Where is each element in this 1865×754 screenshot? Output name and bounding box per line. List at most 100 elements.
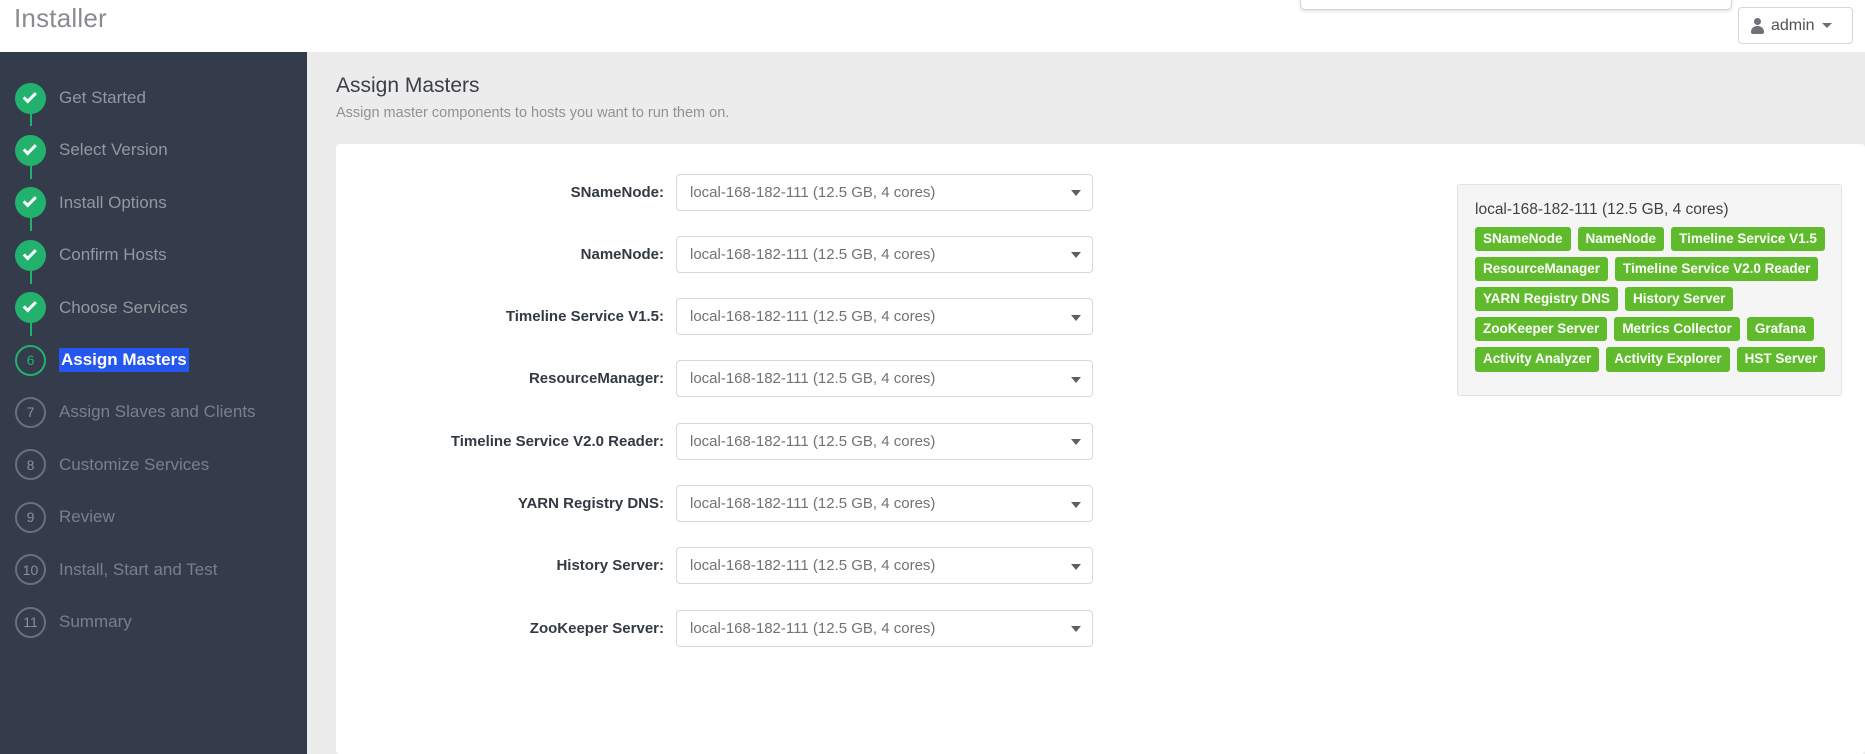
step-marker-8: 8 bbox=[15, 449, 46, 481]
component-badge[interactable]: NameNode bbox=[1577, 227, 1665, 252]
chevron-down-icon bbox=[1071, 439, 1081, 446]
assignment-row-timeline-service-v2-0-reader: Timeline Service V2.0 Reader: local-168-1… bbox=[336, 419, 1096, 463]
check-icon bbox=[22, 141, 37, 156]
host-select-value: local-168-182-111 (12.5 GB, 4 cores) bbox=[690, 557, 936, 575]
component-badge[interactable]: Activity Analyzer bbox=[1475, 347, 1600, 372]
assignment-row-timeline-service-v1-5: Timeline Service V1.5: local-168-182-111 … bbox=[336, 295, 1096, 339]
host-select-yarn-registry-dns[interactable]: local-168-182-111 (12.5 GB, 4 cores) bbox=[676, 485, 1093, 522]
component-badge[interactable]: Timeline Service V2.0 Reader bbox=[1615, 257, 1819, 282]
host-select-value: local-168-182-111 (12.5 GB, 4 cores) bbox=[690, 495, 936, 512]
page-subtitle: Assign master components to hosts you wa… bbox=[336, 105, 730, 121]
step-number: 9 bbox=[26, 509, 35, 526]
host-select-value: local-168-182-111 (12.5 GB, 4 cores) bbox=[690, 245, 936, 263]
assignment-row-resourcemanager: ResourceManager: local-168-182-111 (12.5 … bbox=[336, 357, 1096, 401]
chevron-down-icon bbox=[1071, 252, 1081, 259]
assignment-row-zookeeper-server: ZooKeeper Server: local-168-182-111 (12.5… bbox=[336, 606, 1096, 650]
app-title: Installer bbox=[14, 3, 107, 33]
step-label: Install Options bbox=[59, 192, 167, 212]
person-icon bbox=[1750, 18, 1764, 34]
assignment-label-resourcemanager: ResourceManager: bbox=[528, 370, 664, 388]
step-label: Confirm Hosts bbox=[59, 245, 167, 265]
assign-masters-panel: SNameNode: local-168-182-111 (12.5 GB, 4 … bbox=[336, 144, 1865, 754]
chevron-down-icon bbox=[1071, 501, 1081, 508]
step-marker-7: 7 bbox=[15, 396, 46, 428]
step-number: 6 bbox=[26, 352, 35, 368]
admin-menu-button[interactable]: admin bbox=[1738, 7, 1853, 44]
step-label: Customize Services bbox=[59, 454, 210, 474]
check-icon bbox=[22, 88, 37, 103]
host-select-timeline-service-v1-5[interactable]: local-168-182-111 (12.5 GB, 4 cores) bbox=[676, 298, 1093, 336]
page-title: Assign Masters bbox=[336, 74, 480, 97]
check-icon bbox=[22, 298, 37, 313]
assignment-label-timeline-service-v1-5: Timeline Service V1.5: bbox=[505, 308, 664, 326]
component-badge[interactable]: Timeline Service V1.5 bbox=[1671, 227, 1825, 252]
component-badge[interactable]: HST Server bbox=[1736, 347, 1826, 372]
host-select-resourcemanager[interactable]: local-168-182-111 (12.5 GB, 4 cores) bbox=[676, 360, 1093, 398]
host-select-value: local-168-182-111 (12.5 GB, 4 cores) bbox=[690, 370, 936, 388]
step-number: 11 bbox=[23, 614, 38, 630]
component-badge[interactable]: Activity Explorer bbox=[1606, 347, 1730, 372]
chevron-down-icon bbox=[1071, 190, 1081, 196]
partially-visible-panel bbox=[1300, 0, 1732, 10]
assignment-label-zookeeper-server: ZooKeeper Server: bbox=[529, 619, 664, 637]
assignment-label-snamenode: SNameNode: bbox=[570, 183, 664, 201]
assignment-label-timeline-service-v2-0-reader: Timeline Service V2.0 Reader: bbox=[450, 432, 664, 450]
step-connector bbox=[30, 314, 32, 336]
component-badge[interactable]: History Server bbox=[1625, 287, 1734, 312]
chevron-down-icon bbox=[1071, 376, 1081, 383]
installer-step-sidebar: Get Started Select Version Install Options… bbox=[0, 52, 307, 754]
step-label: Assign Slaves and Clients bbox=[59, 402, 256, 422]
step-connector bbox=[30, 209, 32, 232]
host-select-value: local-168-182-111 (12.5 GB, 4 cores) bbox=[690, 308, 936, 326]
assignment-label-yarn-registry-dns: YARN Registry DNS: bbox=[517, 495, 664, 512]
chevron-down-icon bbox=[1071, 626, 1081, 633]
assignment-row-snamenode: SNameNode: local-168-182-111 (12.5 GB, 4 … bbox=[336, 170, 1096, 214]
main-content: Assign Masters Assign master components … bbox=[307, 52, 1865, 754]
step-connector bbox=[30, 105, 32, 127]
step-connector bbox=[30, 262, 32, 284]
host-components-summary-panel: local-168-182-111 (12.5 GB, 4 cores) SNa… bbox=[1457, 184, 1842, 396]
step-label: Get Started bbox=[59, 88, 146, 107]
assignment-label-namenode: NameNode: bbox=[580, 245, 664, 263]
assignment-row-yarn-registry-dns: YARN Registry DNS: local-168-182-111 (12.… bbox=[336, 482, 1096, 526]
step-label: Review bbox=[59, 507, 115, 527]
sidebar-step-summary[interactable]: 11 Summary bbox=[0, 591, 307, 653]
step-label: Assign Masters bbox=[59, 347, 189, 373]
step-marker-11: 11 bbox=[15, 606, 46, 638]
assignment-label-history-server: History Server: bbox=[556, 557, 664, 575]
assignment-row-history-server: History Server: local-168-182-111 (12.5 G… bbox=[336, 544, 1096, 588]
chevron-down-icon bbox=[1071, 563, 1081, 570]
step-label: Select Version bbox=[59, 140, 168, 160]
top-header: Installer admin bbox=[0, 0, 1865, 52]
step-marker-10: 10 bbox=[15, 554, 46, 586]
host-select-zookeeper-server[interactable]: local-168-182-111 (12.5 GB, 4 cores) bbox=[676, 609, 1093, 647]
host-select-timeline-service-v2-0-reader[interactable]: local-168-182-111 (12.5 GB, 4 cores) bbox=[676, 422, 1093, 460]
component-badge[interactable]: ResourceManager bbox=[1475, 257, 1609, 282]
check-icon bbox=[22, 193, 37, 208]
component-badge[interactable]: YARN Registry DNS bbox=[1475, 287, 1619, 312]
step-number: 8 bbox=[26, 456, 35, 473]
step-marker-6: 6 bbox=[15, 344, 46, 376]
chevron-down-icon bbox=[1821, 23, 1832, 28]
host-select-value: local-168-182-111 (12.5 GB, 4 cores) bbox=[690, 432, 936, 450]
host-select-history-server[interactable]: local-168-182-111 (12.5 GB, 4 cores) bbox=[676, 547, 1093, 585]
component-badge[interactable]: SNameNode bbox=[1475, 227, 1571, 252]
host-select-namenode[interactable]: local-168-182-111 (12.5 GB, 4 cores) bbox=[676, 235, 1093, 273]
step-marker-9: 9 bbox=[15, 501, 46, 533]
check-icon bbox=[22, 245, 37, 261]
step-label: Install, Start and Test bbox=[59, 559, 218, 579]
step-number: 7 bbox=[26, 404, 35, 421]
step-number: 10 bbox=[22, 561, 39, 578]
component-badge[interactable]: Grafana bbox=[1746, 317, 1814, 342]
host-select-snamenode[interactable]: local-168-182-111 (12.5 GB, 4 cores) bbox=[676, 173, 1093, 211]
host-summary-name: local-168-182-111 (12.5 GB, 4 cores) bbox=[1475, 201, 1729, 218]
host-select-value: local-168-182-111 (12.5 GB, 4 cores) bbox=[690, 183, 936, 201]
host-component-badge-list: SNameNode NameNode Timeline Service V1.5 Re… bbox=[1475, 227, 1829, 372]
assignment-row-namenode: NameNode: local-168-182-111 (12.5 GB, 4 c… bbox=[336, 232, 1096, 276]
component-badge[interactable]: ZooKeeper Server bbox=[1475, 317, 1608, 342]
step-label: Summary bbox=[59, 612, 132, 631]
chevron-down-icon bbox=[1071, 314, 1081, 321]
step-label: Choose Services bbox=[59, 297, 188, 317]
host-select-value: local-168-182-111 (12.5 GB, 4 cores) bbox=[690, 619, 936, 637]
component-badge[interactable]: Metrics Collector bbox=[1614, 317, 1740, 342]
